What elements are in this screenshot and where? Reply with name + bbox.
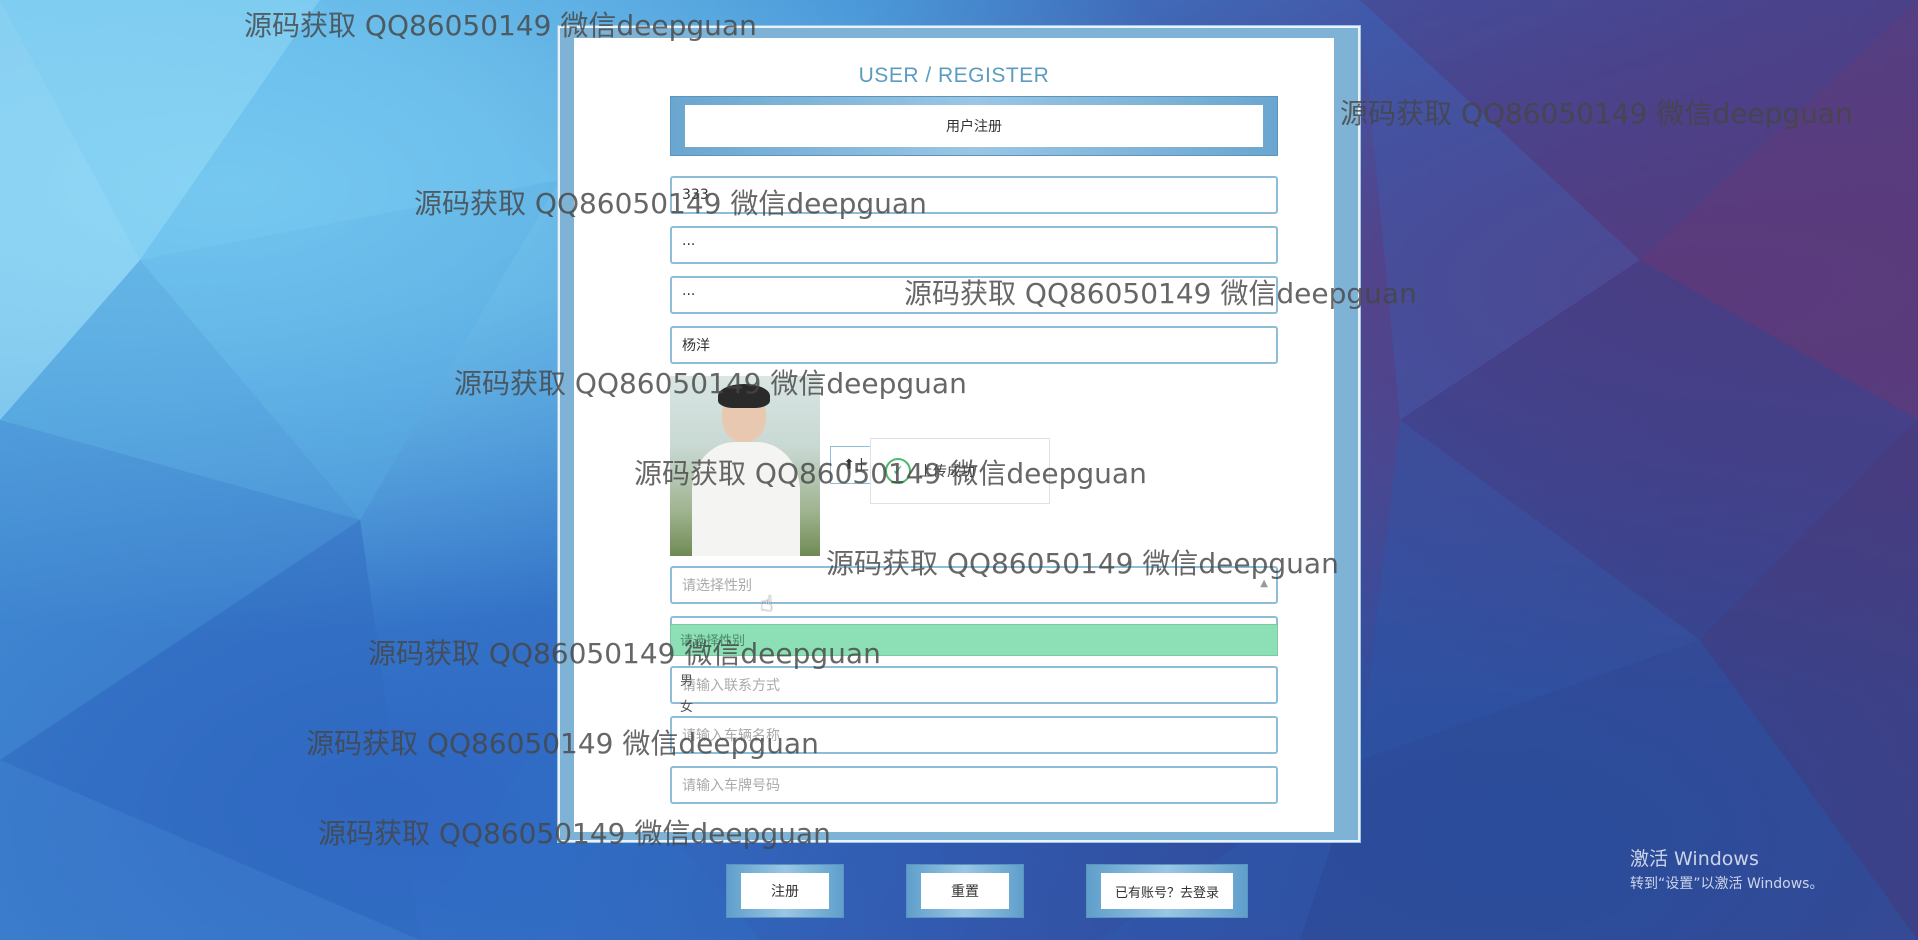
upload-label: 上	[854, 458, 869, 474]
name-input[interactable]: 杨洋	[670, 326, 1278, 364]
gender-dropdown: 请选择性别 男 女	[670, 622, 1278, 732]
gender-option-female[interactable]: 女	[680, 696, 693, 715]
hand-cursor-icon: ☝	[760, 592, 774, 617]
gender-option-placeholder-label: 请选择性别	[680, 634, 746, 649]
go-login-button[interactable]: 已有账号？去登录	[1101, 873, 1233, 909]
upload-icon: ⬆	[843, 457, 855, 473]
avatar-photo	[670, 376, 820, 556]
avatar-photo-body	[692, 442, 800, 556]
account-input[interactable]: 333	[670, 176, 1278, 214]
gender-option-male[interactable]: 男	[680, 670, 693, 689]
password-input[interactable]: ···	[670, 226, 1278, 264]
gender-select-value: 请选择性别	[682, 578, 752, 594]
toast-text: 上传成功	[919, 464, 975, 480]
plate-number-input[interactable]: 请输入车牌号码	[670, 766, 1278, 804]
chevron-up-icon: ▲	[1260, 578, 1268, 589]
reset-button[interactable]: 重置	[921, 873, 1009, 909]
register-banner-label: 用户注册	[685, 105, 1263, 147]
avatar-photo-hair	[718, 384, 770, 408]
page-title: USER / REGISTER	[858, 64, 1050, 87]
register-button-frame: 注册	[726, 864, 844, 918]
register-banner: 用户注册	[670, 96, 1278, 156]
register-panel: USER / REGISTER 用户注册 333 ··· ··· 杨洋 ⬆ 上 …	[558, 26, 1360, 842]
windows-activation-notice: 激活 Windows 转到“设置”以激活 Windows。	[1630, 844, 1823, 893]
activation-subtitle: 转到“设置”以激活 Windows。	[1630, 876, 1824, 892]
register-panel-body: USER / REGISTER 用户注册 333 ··· ··· 杨洋 ⬆ 上 …	[574, 38, 1334, 832]
check-icon: ✓	[885, 458, 911, 484]
activation-title: 激活 Windows	[1630, 848, 1759, 870]
confirm-password-input[interactable]: ···	[670, 276, 1278, 314]
register-button[interactable]: 注册	[741, 873, 829, 909]
login-link-frame: 已有账号？去登录	[1086, 864, 1248, 918]
reset-button-frame: 重置	[906, 864, 1024, 918]
upload-success-toast: ✓ 上传成功	[870, 438, 1050, 504]
gender-option-placeholder[interactable]	[670, 624, 1278, 656]
